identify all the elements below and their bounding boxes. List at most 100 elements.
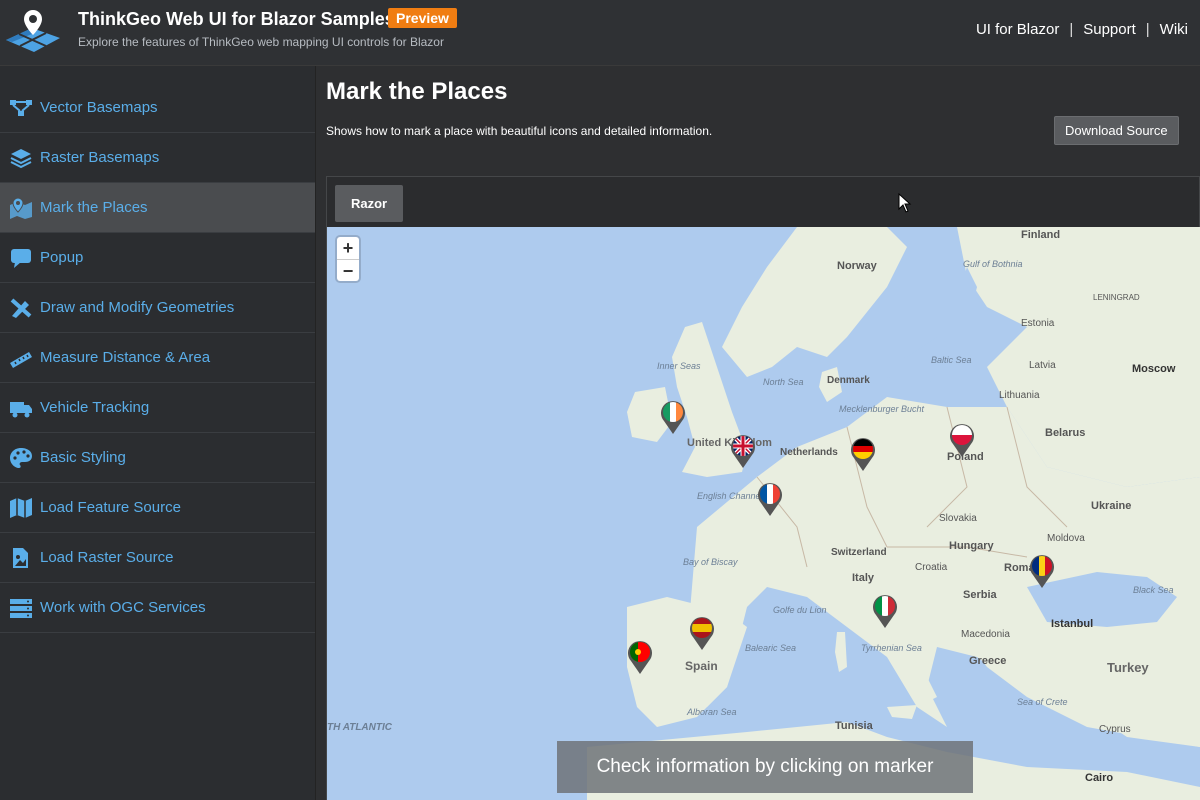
zoom-control: + − [337,237,359,281]
sidebar-item-label: Raster Basemaps [40,149,160,166]
map-label: North Sea [763,377,804,387]
page-description: Shows how to mark a place with beautiful… [326,124,713,138]
sidebar-item-work-with-ogc-services[interactable]: Work with OGC Services [0,583,315,633]
sidebar-item-load-feature-source[interactable]: Load Feature Source [0,483,315,533]
map-label: Cairo [1085,772,1114,784]
marker-germany[interactable] [849,436,877,472]
map-label: TH ATLANTIC [327,722,392,734]
marker-uk[interactable] [729,433,757,469]
map-label: Gulf of Bothnia [963,259,1023,269]
app-header: ThinkGeo Web UI for Blazor Samples Previ… [0,0,1200,66]
info-toast: Check information by clicking on marker [557,741,973,793]
map-view[interactable]: + − Finland Norway Gulf of Bothnia LENIN… [327,227,1200,800]
map-label: Lithuania [999,390,1040,401]
sidebar-item-vehicle-tracking[interactable]: Vehicle Tracking [0,383,315,433]
sidebar-item-label: Vehicle Tracking [40,399,150,416]
nav-list: Vector Basemaps Raster Basemaps Mark the… [0,83,315,633]
mouse-cursor-icon [898,193,912,213]
map-marker-icon [8,196,34,219]
sidebar-item-label: Work with OGC Services [40,599,206,616]
marker-france[interactable] [756,481,784,517]
tab-razor[interactable]: Razor [335,185,404,222]
map-label: Denmark [827,375,870,386]
sidebar-item-vector-basemaps[interactable]: Vector Basemaps [0,83,315,133]
map-label: Tyrrhenian Sea [861,643,922,653]
ruler-icon [8,347,34,369]
zoom-in-button[interactable]: + [337,237,359,259]
download-source-button[interactable]: Download Source [1054,116,1179,145]
sidebar-item-raster-basemaps[interactable]: Raster Basemaps [0,133,315,183]
page-title: Mark the Places [326,78,508,105]
map-label: Slovakia [939,513,977,524]
map-label: Mecklenburger Bucht [839,404,925,414]
support-link[interactable]: Support [1083,21,1136,38]
sidebar-item-measure-distance-area[interactable]: Measure Distance & Area [0,333,315,383]
wiki-link[interactable]: Wiki [1160,21,1188,38]
map-label: Inner Seas [657,361,701,371]
link-separator: | [1069,21,1074,38]
top-links: UI for Blazor | Support | Wiki [976,21,1188,38]
map-label: Black Sea [1133,585,1174,595]
map-label: Macedonia [961,629,1010,640]
map-label: Moscow [1132,363,1176,375]
sidebar-item-basic-styling[interactable]: Basic Styling [0,433,315,483]
map-label: Baltic Sea [931,355,972,365]
server-icon [8,597,34,619]
map-label: Alboran Sea [687,707,737,717]
speech-bubble-icon [8,247,34,269]
map-label: Turkey [1107,660,1149,675]
zoom-out-button[interactable]: − [337,259,359,281]
map-label: Hungary [949,540,994,552]
sidebar-item-label: Basic Styling [40,449,126,466]
sidebar-item-label: Popup [40,249,84,266]
preview-badge: Preview [388,8,457,28]
sidebar-item-label: Load Raster Source [40,549,174,566]
sidebar-item-label: Mark the Places [40,199,148,216]
marker-italy[interactable] [871,593,899,629]
ui-for-blazor-link[interactable]: UI for Blazor [976,21,1059,38]
map-label: Croatia [915,562,948,573]
palette-icon [8,447,34,469]
sidebar-item-label: Measure Distance & Area [40,349,211,366]
sidebar-item-label: Load Feature Source [40,499,181,516]
sidebar-item-draw-modify-geometries[interactable]: Draw and Modify Geometries [0,283,315,333]
truck-icon [8,397,34,419]
map-label: Tunisia [835,720,873,732]
map-label: Netherlands [780,447,838,458]
vector-icon [8,97,34,119]
sidebar-item-label: Draw and Modify Geometries [40,299,235,316]
sidebar: Vector Basemaps Raster Basemaps Mark the… [0,66,316,800]
map-label: LENINGRAD [1093,293,1140,302]
layers-icon [8,147,34,169]
map-label: Moldova [1047,533,1085,544]
map-label: Belarus [1045,427,1086,439]
map-label: Greece [969,655,1007,667]
map-label: Istanbul [1051,618,1094,630]
map-label: Sea of Crete [1017,697,1068,707]
sidebar-item-mark-the-places[interactable]: Mark the Places [0,183,315,233]
map-label: Norway [837,260,877,272]
app-title: ThinkGeo Web UI for Blazor Samples [78,9,395,29]
map-label: Serbia [963,589,997,601]
marker-ireland[interactable] [659,399,687,435]
map-label: Golfe du Lion [773,605,827,615]
marker-romania[interactable] [1028,553,1056,589]
image-file-icon [8,547,34,569]
map-label: Balearic Sea [745,643,797,653]
sidebar-item-label: Vector Basemaps [40,99,158,116]
app-subtitle: Explore the features of ThinkGeo web map… [78,35,444,49]
map-label: Italy [852,572,875,584]
map-label: Finland [1021,229,1061,241]
map-label: Cyprus [1099,724,1131,735]
map-label: Bay of Biscay [683,557,738,567]
marker-portugal[interactable] [626,639,654,675]
map-label: Switzerland [831,547,887,558]
sidebar-item-popup[interactable]: Popup [0,233,315,283]
map-label: English Channel [697,491,763,501]
map-label: Spain [685,659,718,673]
marker-spain[interactable] [688,615,716,651]
thinkgeo-logo-icon[interactable] [2,8,64,54]
map-label: Estonia [1021,318,1055,329]
marker-poland[interactable] [948,422,976,458]
sidebar-item-load-raster-source[interactable]: Load Raster Source [0,533,315,583]
